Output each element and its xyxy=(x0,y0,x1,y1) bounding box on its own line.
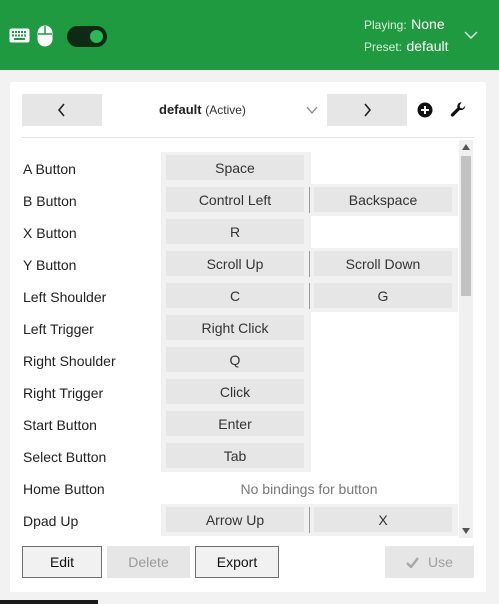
chevron-left-icon xyxy=(57,103,65,117)
binding-row: Dpad Up Arrow Up X xyxy=(22,504,458,536)
binding-row: Left Trigger Right Click xyxy=(22,312,458,344)
binding-key-button[interactable]: Backspace xyxy=(314,187,452,212)
binding-label: Left Shoulder xyxy=(23,289,107,305)
preset-value: default xyxy=(406,38,449,54)
preset-panel: default (Active) A Button Space B Button Co… xyxy=(10,82,486,592)
scroll-down-icon[interactable] xyxy=(462,528,470,534)
divider xyxy=(22,137,474,138)
app-header: Playing: None Preset: default xyxy=(0,0,499,70)
binding-divider xyxy=(309,251,310,277)
binding-row: B Button Control Left Backspace xyxy=(22,184,458,216)
mouse-icon[interactable] xyxy=(37,25,53,47)
binding-label: Right Trigger xyxy=(23,385,104,401)
binding-row: Home Button No bindings for button xyxy=(22,472,458,504)
binding-row: A Button Space xyxy=(22,152,458,184)
binding-label: X Button xyxy=(23,225,77,241)
binding-divider xyxy=(309,187,310,213)
binding-row: X Button R xyxy=(22,216,458,248)
binding-label: Right Shoulder xyxy=(23,353,116,369)
wrench-icon[interactable] xyxy=(450,101,467,118)
next-preset-button[interactable] xyxy=(327,94,407,126)
no-bindings-text: No bindings for button xyxy=(240,481,378,497)
binding-key-button[interactable]: Q xyxy=(166,347,304,372)
binding-label: Left Trigger xyxy=(23,321,94,337)
binding-divider xyxy=(309,283,310,309)
binding-divider xyxy=(309,507,310,533)
binding-key-button[interactable]: Enter xyxy=(166,411,304,436)
toggle-knob xyxy=(90,30,103,43)
use-button[interactable]: Use xyxy=(385,546,474,578)
previous-preset-button[interactable] xyxy=(22,94,102,126)
preset-active-status: (Active) xyxy=(205,103,246,117)
check-icon xyxy=(406,556,419,568)
binding-label: Y Button xyxy=(23,257,77,273)
binding-key-button[interactable]: G xyxy=(314,283,452,308)
binding-key-button[interactable]: Click xyxy=(166,379,304,404)
add-circle-icon[interactable] xyxy=(417,102,433,118)
chevron-right-icon xyxy=(364,103,372,117)
binding-list[interactable]: A Button Space B Button Control Left Backspa… xyxy=(22,152,458,540)
binding-row: Right Shoulder Q xyxy=(22,344,458,376)
keyboard-icon[interactable] xyxy=(9,28,30,43)
binding-key-button[interactable]: R xyxy=(166,219,304,244)
binding-key-button[interactable]: Space xyxy=(166,155,304,180)
export-button[interactable]: Export xyxy=(195,546,279,578)
use-button-label: Use xyxy=(428,554,453,570)
preset-label: Preset: xyxy=(364,40,403,54)
binding-key-button[interactable]: X xyxy=(314,507,452,532)
playing-value: None xyxy=(411,16,445,32)
binding-label: Start Button xyxy=(23,417,97,433)
binding-row: Y Button Scroll Up Scroll Down xyxy=(22,248,458,280)
delete-button[interactable]: Delete xyxy=(107,546,190,578)
binding-key-button[interactable]: C xyxy=(166,283,304,308)
binding-row: Start Button Enter xyxy=(22,408,458,440)
playing-label: Playing: xyxy=(364,18,407,32)
binding-key-button[interactable]: Scroll Up xyxy=(166,251,304,276)
binding-label: Dpad Up xyxy=(23,513,79,529)
binding-key-button[interactable]: Control Left xyxy=(166,187,304,212)
preset-name: default xyxy=(159,102,202,117)
scrollbar-thumb[interactable] xyxy=(461,156,471,296)
binding-key-button[interactable]: Scroll Down xyxy=(314,251,452,276)
edit-button[interactable]: Edit xyxy=(22,546,102,578)
taskbar-strip xyxy=(0,600,98,604)
binding-key-button[interactable]: Right Click xyxy=(166,315,304,340)
binding-label: Select Button xyxy=(23,449,107,465)
scroll-up-icon[interactable] xyxy=(462,144,470,150)
preset-selector[interactable]: default (Active) xyxy=(159,102,246,117)
binding-label: B Button xyxy=(23,193,77,209)
binding-row: Left Shoulder C G xyxy=(22,280,458,312)
preset-status: Preset: default xyxy=(364,38,449,56)
binding-list-scrollbar[interactable] xyxy=(459,140,473,538)
binding-label: A Button xyxy=(23,161,76,177)
chevron-down-icon[interactable] xyxy=(306,106,318,114)
binding-label: Home Button xyxy=(23,481,105,497)
enable-toggle[interactable] xyxy=(67,26,107,47)
binding-row: Select Button Tab xyxy=(22,440,458,472)
chevron-down-icon[interactable] xyxy=(464,30,478,40)
playing-status: Playing: None xyxy=(364,16,445,34)
binding-row: Right Trigger Click xyxy=(22,376,458,408)
binding-key-button[interactable]: Arrow Up xyxy=(166,507,304,532)
binding-key-button[interactable]: Tab xyxy=(166,443,304,468)
